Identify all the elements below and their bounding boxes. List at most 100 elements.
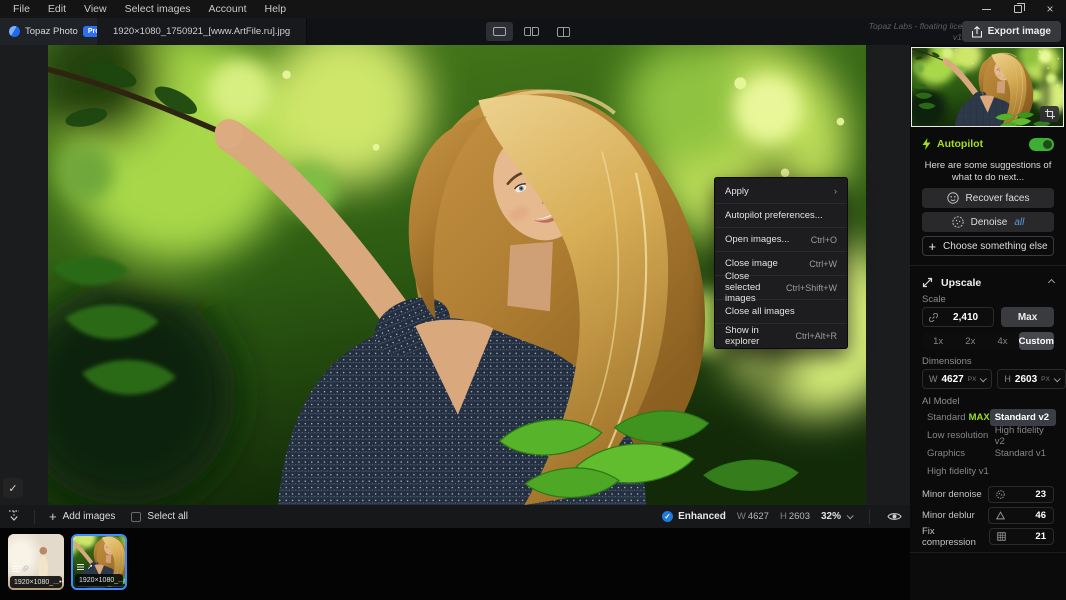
- minor-deblur-input[interactable]: 46: [988, 507, 1054, 524]
- window-controls: ×: [970, 0, 1066, 18]
- model-graphics[interactable]: Graphics: [922, 445, 990, 462]
- denoise-label: Denoise: [971, 217, 1008, 228]
- collapse-section-icon[interactable]: [1048, 279, 1055, 286]
- denoise-button[interactable]: Denoise all: [922, 212, 1054, 232]
- menu-view[interactable]: View: [75, 0, 116, 18]
- split-view-button[interactable]: [518, 22, 545, 41]
- menu-select-images[interactable]: Select images: [116, 0, 200, 18]
- zoom-level-dropdown[interactable]: 32%: [821, 511, 852, 522]
- bottom-toolbar-right: ✓ Enhanced W4627 H2603 32%: [662, 510, 910, 524]
- minimize-button[interactable]: [970, 0, 1002, 18]
- link-icon: [929, 313, 938, 322]
- scale-2x-button[interactable]: 2x: [954, 332, 986, 350]
- model-standard-v1[interactable]: Standard v1: [990, 445, 1056, 462]
- view-mode-switcher: [486, 22, 577, 41]
- minor-deblur-label: Minor deblur: [922, 510, 975, 521]
- menu-item-shortcut: Ctrl+O: [811, 235, 837, 245]
- scale-custom-button[interactable]: Custom: [1019, 332, 1054, 350]
- choose-something-else-label: Choose something else: [943, 241, 1048, 252]
- enhanced-check-icon: ✓: [662, 511, 673, 522]
- single-view-button[interactable]: [486, 22, 513, 41]
- context-menu-item-show-in-explorer[interactable]: Show in explorer Ctrl+Alt+R: [715, 323, 847, 347]
- noise-icon: [996, 490, 1005, 499]
- toolbar-divider: [869, 510, 870, 524]
- model-standard-max[interactable]: Standard MAX: [922, 409, 990, 426]
- minor-denoise-label: Minor denoise: [922, 489, 982, 500]
- model-standard-v2[interactable]: Standard v2: [990, 409, 1056, 426]
- menu-account[interactable]: Account: [200, 0, 256, 18]
- output-width: W4627: [737, 511, 769, 522]
- add-images-button[interactable]: + Add images: [41, 505, 123, 528]
- minor-deblur-value: 46: [1035, 510, 1046, 521]
- bottom-toolbar-left: + Add images Select all: [0, 505, 196, 528]
- image-tab[interactable]: 1920×1080_1750921_[www.ArtFile.ru].jpg: [97, 18, 307, 45]
- context-menu-item-apply[interactable]: Apply ›: [715, 179, 847, 203]
- license-version: v1.0.1: [869, 32, 976, 43]
- export-image-button[interactable]: Export image: [962, 21, 1061, 42]
- enhanced-status[interactable]: ✓ Enhanced: [662, 511, 726, 522]
- model-high-fidelity-v2[interactable]: High fidelity v2: [990, 427, 1056, 444]
- minor-deblur-row: Minor deblur 46: [922, 507, 1054, 524]
- maximize-icon: [1014, 5, 1022, 13]
- menu-file[interactable]: File: [4, 0, 39, 18]
- menu-bar: File Edit View Select images Account Hel…: [0, 0, 1066, 18]
- scale-value-input[interactable]: 2,410: [922, 307, 994, 327]
- license-name: Topaz Labs - floating license: [869, 21, 976, 32]
- height-field[interactable]: H 2603 PX: [997, 369, 1065, 389]
- filmstrip-thumbnail-2-selected[interactable]: ↗ 1920×1080_... •••: [71, 534, 127, 590]
- chevron-down-icon: [1054, 375, 1061, 382]
- minor-denoise-input[interactable]: 23: [988, 486, 1054, 503]
- close-button[interactable]: ×: [1034, 0, 1066, 18]
- plus-icon: +: [928, 239, 936, 254]
- recover-faces-label: Recover faces: [966, 193, 1030, 204]
- preview-eye-button[interactable]: [887, 511, 902, 522]
- export-label: Export image: [988, 26, 1051, 37]
- context-menu-item-close-selected-images[interactable]: Close selected images Ctrl+Shift+W: [715, 275, 847, 299]
- crop-button[interactable]: [1040, 106, 1059, 122]
- menu-edit[interactable]: Edit: [39, 0, 75, 18]
- autopilot-toggle[interactable]: [1029, 138, 1054, 151]
- select-all-checkbox[interactable]: [131, 512, 141, 522]
- export-icon: [972, 26, 982, 38]
- thumbnail-overflow-menu[interactable]: •••: [59, 579, 64, 586]
- fix-compression-input[interactable]: 21: [989, 528, 1054, 545]
- title-bar: Topaz Photo Pro 1920×1080_1750921_[www.A…: [0, 18, 1066, 45]
- scale-1x-button[interactable]: 1x: [922, 332, 954, 350]
- maximize-button[interactable]: [1002, 0, 1034, 18]
- max-scale-button[interactable]: Max: [1001, 307, 1054, 327]
- canvas-check-button[interactable]: ✓: [3, 478, 23, 498]
- menu-item-shortcut: Ctrl+Shift+W: [786, 283, 837, 293]
- thumbnail-overflow-menu[interactable]: •••: [124, 577, 127, 584]
- scale-4x-button[interactable]: 4x: [986, 332, 1018, 350]
- context-menu-item-autopilot-preferences[interactable]: Autopilot preferences...: [715, 203, 847, 227]
- dimension-fields: W 4627 PX H 2603 PX: [922, 369, 1054, 389]
- model-label: Standard: [927, 412, 966, 423]
- height-value: 2603: [1015, 374, 1037, 385]
- toolbar-divider: [34, 510, 35, 524]
- navigator-preview[interactable]: [911, 47, 1064, 127]
- thumbnail-label: 1920×1080_... •••: [75, 574, 123, 586]
- select-all-control[interactable]: Select all: [123, 505, 196, 528]
- width-field[interactable]: W 4627 PX: [922, 369, 992, 389]
- chevron-down-icon: [980, 375, 987, 382]
- scale-controls: 2,410 Max: [922, 307, 1054, 327]
- recover-faces-button[interactable]: Recover faces: [922, 188, 1054, 208]
- model-low-resolution[interactable]: Low resolution: [922, 427, 990, 444]
- topaz-logo-icon: [9, 26, 20, 37]
- side-by-side-view-button[interactable]: [550, 22, 577, 41]
- fix-compression-row: Fix compression 21: [922, 528, 1054, 545]
- upscale-header[interactable]: Upscale: [922, 275, 1054, 290]
- plus-icon: +: [49, 509, 57, 524]
- menu-help[interactable]: Help: [256, 0, 296, 18]
- select-all-label: Select all: [147, 511, 188, 522]
- collapse-filmstrip-button[interactable]: [0, 505, 28, 528]
- model-high-fidelity-v1[interactable]: High fidelity v1: [922, 463, 990, 480]
- filmstrip-thumbnail-1[interactable]: ↗ 1920×1080_... •••: [8, 534, 64, 590]
- app-logo-block: Topaz Photo Pro: [0, 18, 97, 45]
- width-unit: PX: [968, 376, 977, 383]
- autopilot-header: Autopilot: [922, 136, 1054, 152]
- single-view-icon: [493, 27, 506, 36]
- context-menu-item-open-images[interactable]: Open images... Ctrl+O: [715, 227, 847, 251]
- add-images-label: Add images: [63, 511, 116, 522]
- choose-something-else-button[interactable]: + Choose something else: [922, 236, 1054, 256]
